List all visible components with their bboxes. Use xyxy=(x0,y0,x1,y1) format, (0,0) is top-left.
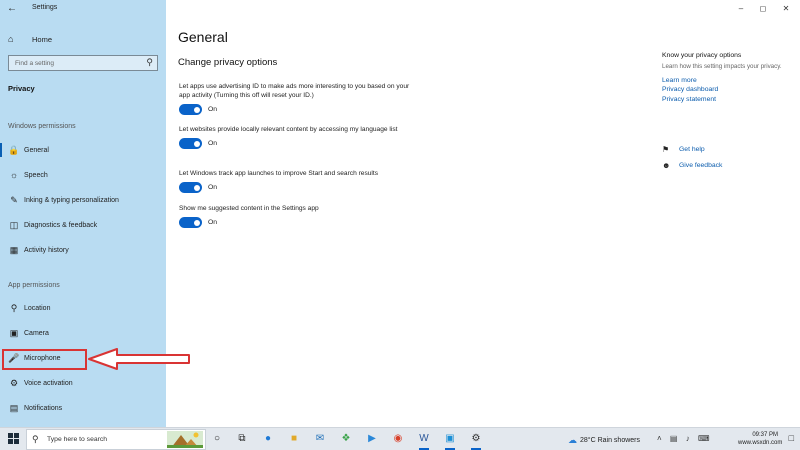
settings-gear-icon[interactable]: ⚙ xyxy=(469,432,483,450)
taskbar-search-placeholder: Type here to search xyxy=(47,436,108,443)
taskbar-search-input[interactable]: ⚲ Type here to search xyxy=(26,429,206,450)
location-icon: ⚲ xyxy=(10,302,18,313)
search-icon: ⚲ xyxy=(146,57,153,67)
find-setting-input[interactable]: Find a setting ⚲ xyxy=(8,55,158,71)
section-title: Privacy xyxy=(8,84,35,93)
privacy-dashboard-link[interactable]: Privacy dashboard xyxy=(662,85,792,95)
voice-icon: ⚙ xyxy=(9,377,19,388)
speech-icon: ☼ xyxy=(9,170,19,180)
sidebar-item-label: Camera xyxy=(24,329,49,337)
sidebar-item-location[interactable]: ⚲ Location xyxy=(0,298,166,318)
toggle-state: On xyxy=(208,219,218,226)
cortana-icon[interactable]: ○ xyxy=(210,432,224,446)
setting-suggested-content: Show me suggested content in the Setting… xyxy=(179,204,419,228)
chrome-browser-icon[interactable]: ◉ xyxy=(391,432,405,446)
give-feedback-link[interactable]: Give feedback xyxy=(679,162,722,169)
group-heading-windows: Windows permissions xyxy=(8,123,76,130)
setting-app-launches: Let Windows track app launches to improv… xyxy=(179,169,419,193)
weather-text: 28°C Rain showers xyxy=(580,437,640,444)
search-highlight-illustration-icon xyxy=(167,431,203,448)
help-icon: ⚑ xyxy=(662,145,670,154)
page-subtitle: Change privacy options xyxy=(178,57,278,68)
setting-description: Let apps use advertising ID to make ads … xyxy=(179,83,410,99)
home-icon: ⌂ xyxy=(8,34,14,44)
sidebar-item-notifications[interactable]: ▤ Notifications xyxy=(0,398,166,418)
home-nav-item[interactable]: ⌂ Home xyxy=(8,32,52,46)
toggle-state: On xyxy=(208,140,218,147)
action-center-icon[interactable]: □ xyxy=(789,433,794,443)
weather-icon: ☁ xyxy=(568,435,577,445)
sidebar-item-label: Inking & typing personalization xyxy=(24,196,119,204)
home-label: Home xyxy=(32,34,53,44)
window-title: Settings xyxy=(32,4,58,11)
setting-description: Let Windows track app launches to improv… xyxy=(179,170,379,177)
sidebar-item-label: Activity history xyxy=(24,246,69,254)
privacy-info-panel: Know your privacy options Learn how this… xyxy=(662,52,792,104)
diagnostics-icon: ◫ xyxy=(9,219,19,230)
maps-icon[interactable]: ❖ xyxy=(339,432,353,446)
sidebar-item-label: Speech xyxy=(24,171,48,179)
sidebar-item-diagnostics[interactable]: ◫ Diagnostics & feedback xyxy=(0,215,166,235)
language-list-toggle[interactable] xyxy=(179,138,202,149)
page-title: General xyxy=(178,29,228,45)
learn-more-link[interactable]: Learn more xyxy=(662,76,792,86)
microphone-highlight-box xyxy=(2,349,87,370)
back-arrow-icon[interactable]: ← xyxy=(7,3,19,15)
network-icon[interactable]: ▤ xyxy=(670,434,678,443)
toggle-state: On xyxy=(208,106,218,113)
sidebar-item-activity-history[interactable]: ▦ Activity history xyxy=(0,240,166,260)
privacy-info-text: Learn how this setting impacts your priv… xyxy=(662,63,782,70)
toggle-state: On xyxy=(208,184,218,191)
word-app-icon[interactable]: W xyxy=(417,432,431,450)
group-heading-app: App permissions xyxy=(8,282,60,289)
weather-widget[interactable]: ☁ 28°C Rain showers xyxy=(568,435,640,446)
give-feedback-item[interactable]: ☻ Give feedback xyxy=(662,161,722,170)
volume-icon[interactable]: ♪ xyxy=(686,434,690,443)
sidebar-item-label: Notifications xyxy=(24,404,63,412)
get-help-link[interactable]: Get help xyxy=(679,146,705,153)
notifications-icon: ▤ xyxy=(9,402,19,413)
clock-date: www.wsxdn.com xyxy=(738,440,783,446)
camera-icon: ▣ xyxy=(9,327,19,338)
task-view-icon[interactable]: ⧉ xyxy=(235,432,249,446)
setting-description: Show me suggested content in the Setting… xyxy=(179,205,319,212)
clock-time: 09:37 PM xyxy=(752,432,778,438)
search-icon: ⚲ xyxy=(32,434,39,444)
activity-icon: ▦ xyxy=(9,244,19,255)
photos-app-icon[interactable]: ▣ xyxy=(443,432,457,450)
taskbar: ⚲ Type here to search ○ ⧉ ● ■ ✉ ❖ ▶ ◉ W … xyxy=(0,427,800,450)
advertising-id-toggle[interactable] xyxy=(179,104,202,115)
sidebar-item-label: Diagnostics & feedback xyxy=(24,221,98,229)
sidebar-item-camera[interactable]: ▣ Camera xyxy=(0,323,166,343)
edge-browser-icon[interactable]: ● xyxy=(261,432,275,446)
setting-description: Let websites provide locally relevant co… xyxy=(179,126,398,133)
suggested-content-toggle[interactable] xyxy=(179,217,202,228)
system-tray[interactable]: ˄ ▤ ♪ ⌨ xyxy=(657,434,709,443)
sidebar-item-label: Location xyxy=(24,304,51,312)
sidebar-item-label: Voice activation xyxy=(24,379,73,387)
sidebar-item-inking[interactable]: ✎ Inking & typing personalization xyxy=(0,190,166,210)
tray-chevron-icon[interactable]: ˄ xyxy=(657,434,662,443)
file-explorer-icon[interactable]: ■ xyxy=(287,432,301,446)
sidebar-item-general[interactable]: 🔒 General xyxy=(0,140,166,160)
privacy-statement-link[interactable]: Privacy statement xyxy=(662,95,792,105)
settings-window: ← Settings – ◻ ✕ ⌂ Home Find a setting ⚲… xyxy=(0,0,800,427)
lock-icon: 🔒 xyxy=(8,144,20,155)
sidebar-item-label: General xyxy=(24,146,49,154)
sidebar-item-speech[interactable]: ☼ Speech xyxy=(0,165,166,185)
zoom-app-icon[interactable]: ▶ xyxy=(365,432,379,446)
feedback-icon: ☻ xyxy=(662,161,671,170)
inking-icon: ✎ xyxy=(10,194,18,205)
clock[interactable]: 09:37 PM www.wsxdn.com xyxy=(738,431,783,447)
mail-icon[interactable]: ✉ xyxy=(313,432,327,446)
setting-advertising-id: Let apps use advertising ID to make ads … xyxy=(179,82,419,115)
privacy-info-heading: Know your privacy options xyxy=(662,52,742,59)
app-launches-toggle[interactable] xyxy=(179,182,202,193)
search-placeholder: Find a setting xyxy=(15,60,55,67)
language-icon[interactable]: ⌨ xyxy=(698,434,710,443)
start-windows-icon[interactable] xyxy=(8,433,19,444)
get-help-item[interactable]: ⚑ Get help xyxy=(662,145,705,154)
sidebar-item-voice-activation[interactable]: ⚙ Voice activation xyxy=(0,373,166,393)
setting-language-list: Let websites provide locally relevant co… xyxy=(179,125,419,149)
